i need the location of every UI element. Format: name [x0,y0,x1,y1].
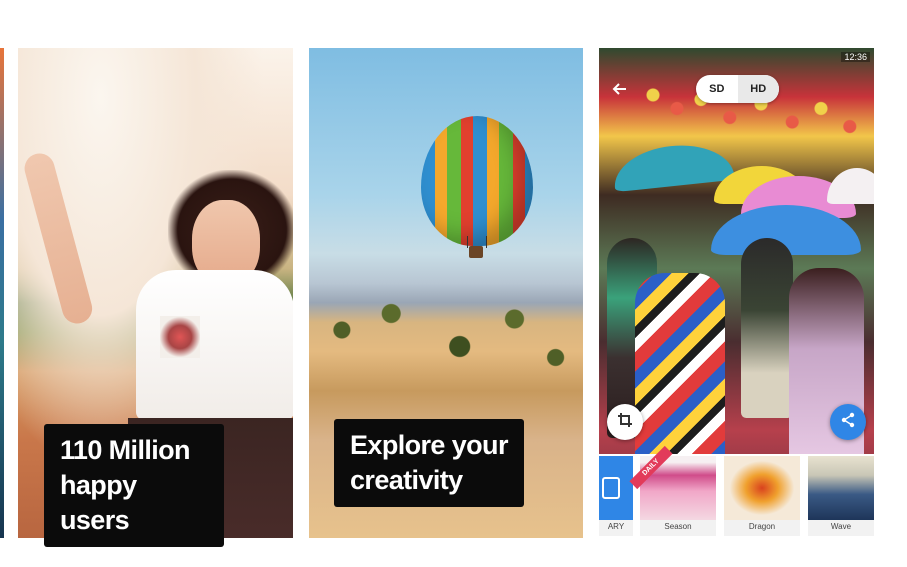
artwork-hot-air-balloon [421,116,533,246]
crop-icon [617,412,633,433]
library-icon [599,456,633,520]
filter-wave[interactable]: Wave [808,456,874,536]
app-screen-preview: 12:36 SD HD ARY DAILY Season Dragon Wave [599,48,874,538]
filter-carousel[interactable]: ARY DAILY Season Dragon Wave [599,445,874,538]
share-button[interactable] [830,404,866,440]
artwork-balloon-basket [469,246,483,258]
artwork-person [741,238,793,418]
filter-label: Season [664,522,692,531]
filter-season[interactable]: DAILY Season [629,445,716,536]
caption-creativity: Explore your creativity [334,419,524,507]
artwork-trees [309,286,583,396]
filter-dragon[interactable]: Dragon [724,456,800,536]
quality-toggle[interactable]: SD HD [696,75,779,103]
back-arrow-icon[interactable] [611,80,629,98]
caption-users: 110 Million happy users [44,424,224,547]
filter-label: Dragon [748,522,776,531]
status-time: 12:36 [841,52,870,62]
filter-thumbnail [724,456,800,520]
filter-label: ARY [607,522,625,531]
quality-option-sd[interactable]: SD [696,75,738,103]
share-icon [840,412,856,433]
previous-card-edge [0,48,4,538]
quality-option-hd[interactable]: HD [737,75,779,103]
artwork-shirt-print [160,316,200,358]
crop-button[interactable] [607,404,643,440]
status-bar: 12:36 [841,51,870,63]
filter-library[interactable]: ARY [599,456,633,536]
filter-label: Wave [830,522,852,531]
filter-thumbnail [808,456,874,520]
